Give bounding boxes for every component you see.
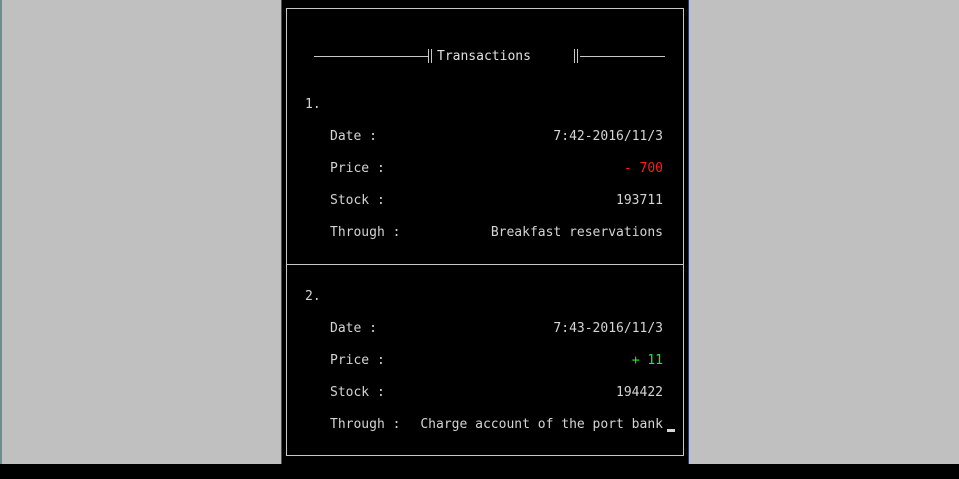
through-label: Through : [330, 225, 401, 240]
panel-title: Transactions [437, 49, 531, 64]
transaction-divider [287, 264, 683, 265]
stock-value: 194422 [616, 385, 663, 400]
transaction-number: 1. [305, 97, 321, 112]
transaction-number: 2. [305, 289, 321, 304]
price-label: Price : [330, 161, 385, 176]
header-bracket-left [428, 49, 432, 63]
taskbar-strip [0, 464, 959, 479]
transactions-header: Transactions [314, 47, 667, 67]
console-window[interactable]: Transactions 1. Date : 7:42-2016/11/3 Pr… [281, 0, 689, 464]
stock-value: 193711 [616, 193, 663, 208]
date-label: Date : [330, 129, 377, 144]
through-label: Through : [330, 417, 401, 432]
date-value: 7:42-2016/11/3 [553, 129, 663, 144]
through-value: Charge account of the port bank [420, 417, 663, 432]
window-edge [0, 0, 2, 464]
stock-label: Stock : [330, 385, 385, 400]
date-label: Date : [330, 321, 377, 336]
header-bracket-right [574, 49, 578, 63]
price-value: + 11 [631, 353, 663, 368]
date-value: 7:43-2016/11/3 [553, 321, 663, 336]
price-label: Price : [330, 353, 385, 368]
through-value: Breakfast reservations [490, 225, 663, 240]
price-value: - 700 [623, 161, 663, 176]
header-rule-right [580, 56, 665, 57]
text-cursor [667, 429, 675, 432]
stock-label: Stock : [330, 193, 385, 208]
header-rule-left [314, 56, 428, 57]
transactions-panel: Transactions 1. Date : 7:42-2016/11/3 Pr… [286, 8, 684, 456]
